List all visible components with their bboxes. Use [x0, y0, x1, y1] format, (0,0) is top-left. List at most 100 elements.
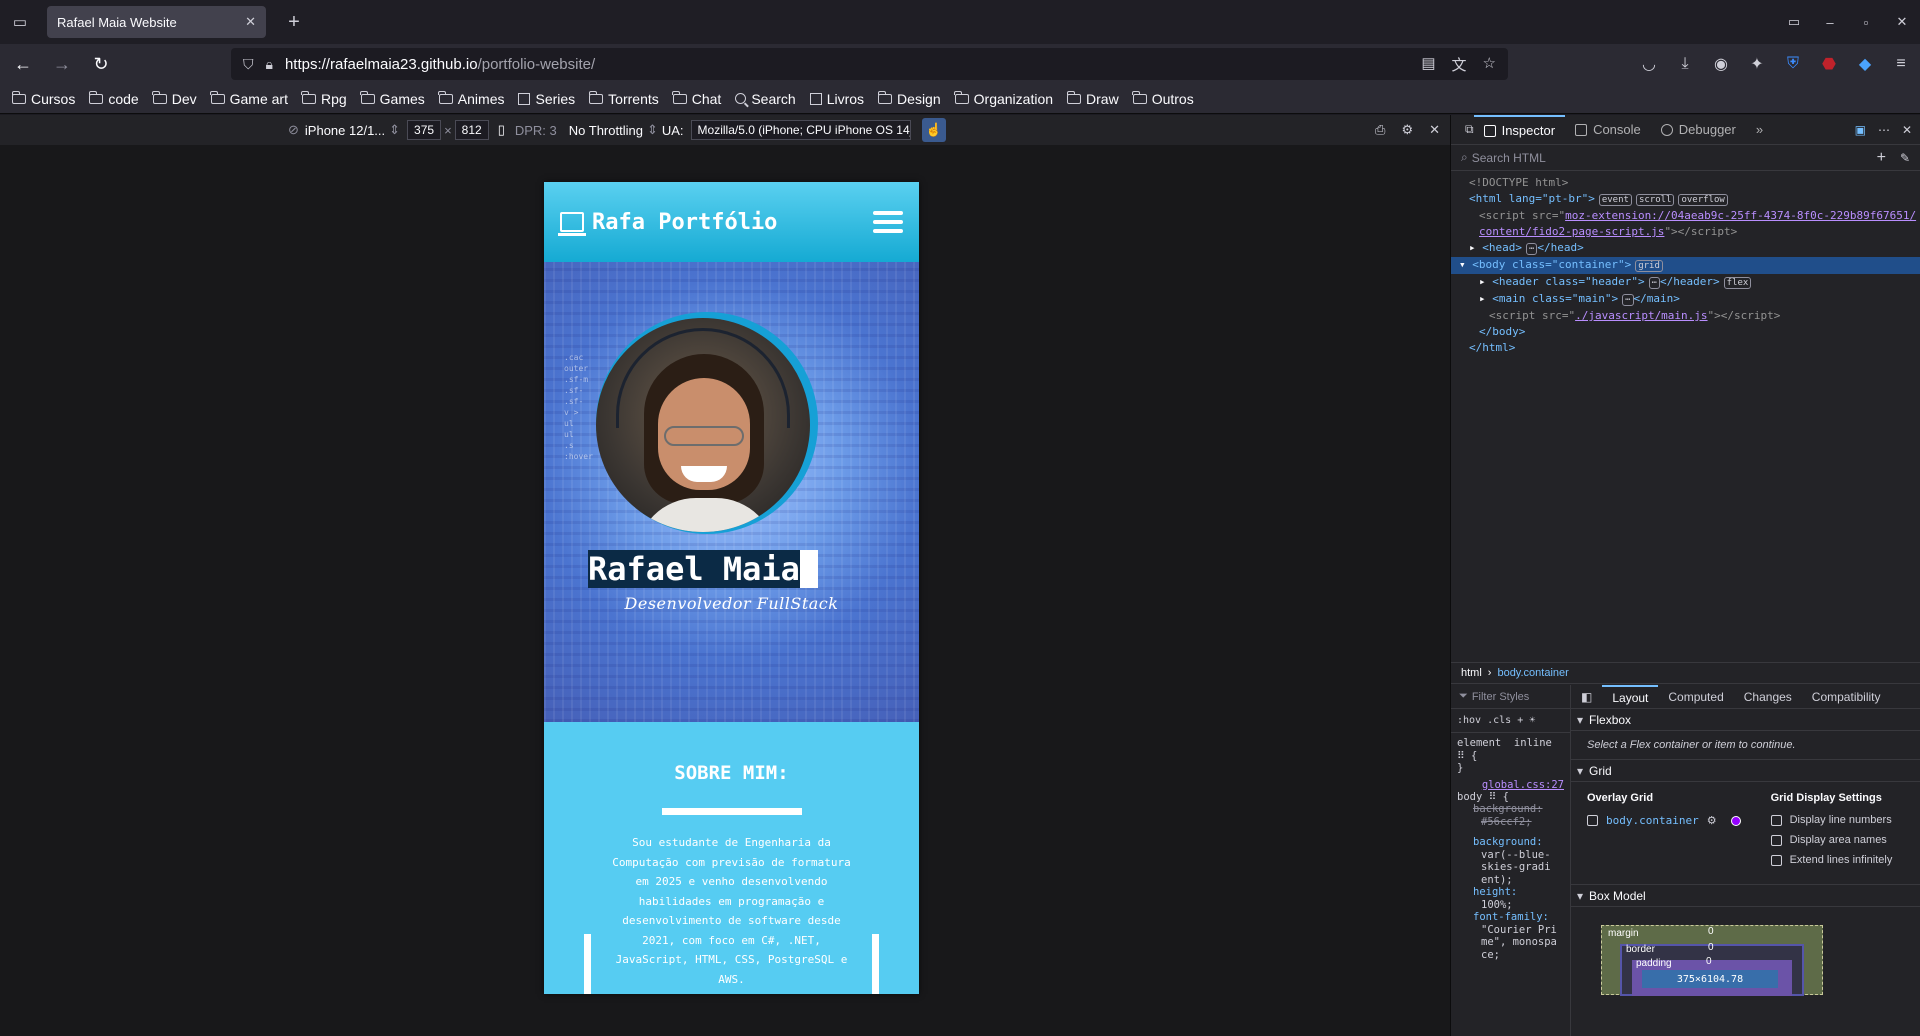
- tab-layout[interactable]: Layout: [1602, 684, 1659, 709]
- dpr-select[interactable]: DPR: 3: [515, 123, 557, 138]
- markup-script-ext-cont[interactable]: content/fido2-page-script.js"></script>: [1451, 224, 1920, 240]
- markup-html-close[interactable]: </html>: [1451, 340, 1920, 356]
- prop-background[interactable]: background:: [1451, 828, 1570, 849]
- flexbox-section-header[interactable]: Flexbox: [1571, 709, 1920, 731]
- eyedropper-icon[interactable]: ✎: [1900, 151, 1910, 165]
- script-ext-link[interactable]: moz-extension://04aeab9c-25ff-4374-8f0c-…: [1565, 209, 1916, 222]
- throttling-select[interactable]: No Throttling: [569, 123, 643, 138]
- account-icon[interactable]: ◉: [1710, 54, 1732, 74]
- responsive-mode-icon[interactable]: ⧉: [1465, 122, 1474, 137]
- add-rule-icon[interactable]: +: [1517, 715, 1523, 726]
- new-tab-icon[interactable]: +: [280, 8, 308, 36]
- url-bar[interactable]: ⛉ 🔒︎ https://rafaelmaia23.github.io/port…: [231, 48, 1508, 80]
- markup-head[interactable]: ▸ <head> ⋯ </head>: [1451, 240, 1920, 257]
- tab-compatibility[interactable]: Compatibility: [1802, 685, 1891, 709]
- settings-gear-icon[interactable]: ⚙: [1401, 122, 1413, 138]
- bookmark-draw[interactable]: Draw: [1066, 90, 1119, 107]
- width-input[interactable]: 375: [407, 120, 442, 140]
- display-area-names-checkbox[interactable]: Display area names: [1770, 834, 1893, 846]
- ublock-icon[interactable]: ⬣: [1818, 54, 1840, 74]
- translate-icon[interactable]: 文: [1452, 54, 1467, 75]
- markup-body[interactable]: ▾ <body class="container"> grid: [1451, 257, 1920, 274]
- bookmark-design[interactable]: Design: [877, 90, 941, 107]
- site-title[interactable]: Rafa Portfólio: [592, 210, 777, 235]
- scroll-badge[interactable]: scroll: [1635, 194, 1675, 206]
- markup-doctype[interactable]: <!DOCTYPE html>: [1451, 175, 1920, 191]
- lock-icon[interactable]: 🔒︎: [266, 56, 273, 73]
- val-background[interactable]: var(--blue-skies-gradient);: [1451, 849, 1551, 887]
- tab-changes[interactable]: Changes: [1734, 685, 1802, 709]
- tab-list-icon[interactable]: ▭: [0, 0, 40, 44]
- hamburger-menu-icon[interactable]: [873, 211, 903, 233]
- light-theme-icon[interactable]: ☀: [1529, 715, 1535, 726]
- height-input[interactable]: 812: [454, 120, 489, 140]
- filter-styles-input[interactable]: ⏷ Filter Styles: [1451, 685, 1570, 709]
- bookmark-star-icon[interactable]: ☆: [1483, 54, 1496, 75]
- tab-overview-icon[interactable]: ▭: [1776, 14, 1812, 30]
- bookmark-livros[interactable]: Livros: [809, 91, 864, 107]
- device-select[interactable]: iPhone 12/1...: [305, 123, 385, 138]
- bookmark-dev[interactable]: Dev: [152, 90, 197, 107]
- devtools-menu-icon[interactable]: ⋯: [1878, 123, 1890, 137]
- breadcrumb-html[interactable]: html: [1461, 667, 1482, 679]
- extend-lines-checkbox[interactable]: Extend lines infinitely: [1770, 854, 1892, 866]
- tab-computed[interactable]: Computed: [1658, 685, 1733, 709]
- box-content-size[interactable]: 375×6104.78: [1642, 970, 1778, 988]
- close-devtools-icon[interactable]: ✕: [1902, 123, 1912, 137]
- dock-icon[interactable]: ▣: [1855, 123, 1866, 137]
- prop-font-family[interactable]: font-family:: [1451, 911, 1570, 924]
- tab-debugger[interactable]: Debugger: [1651, 115, 1746, 145]
- bookmark-search[interactable]: Search: [735, 91, 796, 107]
- box-margin[interactable]: margin 0 border 0 padding 0 375×6104.78: [1601, 925, 1823, 996]
- maximize-icon[interactable]: ▫: [1848, 15, 1884, 30]
- breadcrumb-body[interactable]: body.container: [1497, 667, 1568, 679]
- grid-color-swatch[interactable]: [1730, 815, 1741, 826]
- padding-top-value[interactable]: 0: [1706, 956, 1712, 967]
- tab-console[interactable]: Console: [1565, 115, 1651, 145]
- hov-toggle[interactable]: :hov: [1457, 715, 1481, 726]
- script-ext-link-2[interactable]: content/fido2-page-script.js: [1479, 225, 1664, 238]
- close-tab-icon[interactable]: ✕: [245, 14, 256, 30]
- menu-icon[interactable]: ≡: [1890, 55, 1912, 73]
- extensions-icon[interactable]: ✦: [1746, 54, 1768, 74]
- close-window-icon[interactable]: ✕: [1884, 14, 1920, 30]
- box-padding[interactable]: padding 0 375×6104.78: [1632, 956, 1792, 996]
- event-badge[interactable]: event: [1598, 194, 1632, 206]
- forward-icon[interactable]: →: [46, 48, 78, 80]
- box-border[interactable]: border 0 padding 0 375×6104.78: [1620, 942, 1804, 996]
- screenshot-icon[interactable]: ⎙: [1375, 122, 1385, 138]
- rotate-icon[interactable]: ▯: [498, 122, 505, 138]
- gem-extension-icon[interactable]: ◆: [1854, 54, 1876, 74]
- grid-section-header[interactable]: Grid: [1571, 760, 1920, 782]
- bitwarden-icon[interactable]: ⛨: [1782, 55, 1804, 73]
- bookmark-chat[interactable]: Chat: [672, 90, 721, 107]
- shield-icon[interactable]: ⛉: [243, 56, 254, 73]
- markup-script-ext[interactable]: <script src="moz-extension://04aeab9c-25…: [1451, 208, 1920, 224]
- overflow-badge[interactable]: overflow: [1678, 194, 1728, 206]
- downloads-icon[interactable]: ⤓: [1674, 55, 1696, 73]
- margin-top-value[interactable]: 0: [1708, 926, 1714, 937]
- add-node-icon[interactable]: +: [1877, 149, 1886, 167]
- markup-main[interactable]: ▸ <main class="main"> ⋯ </main>: [1451, 291, 1920, 308]
- user-agent-input[interactable]: Mozilla/5.0 (iPhone; CPU iPhone OS 14_6 …: [690, 120, 911, 140]
- markup-script-main[interactable]: <script src="./javascript/main.js"></scr…: [1451, 308, 1920, 324]
- source-link[interactable]: global.css:27: [1451, 775, 1570, 791]
- pocket-icon[interactable]: ◡: [1638, 54, 1660, 74]
- markup-header[interactable]: ▸ <header class="header"> ⋯ </header> flex: [1451, 274, 1920, 291]
- bookmark-series[interactable]: Series: [518, 91, 575, 107]
- val-font-family[interactable]: "Courier Prime", monospace;: [1451, 924, 1561, 962]
- boxmodel-section-header[interactable]: Box Model: [1571, 885, 1920, 907]
- close-rdm-icon[interactable]: ✕: [1429, 122, 1440, 138]
- bookmark-organization[interactable]: Organization: [954, 90, 1053, 107]
- markup-html[interactable]: <html lang="pt-br"> event scroll overflow: [1451, 191, 1920, 208]
- val-background-struck[interactable]: #56ccf2;: [1451, 816, 1570, 829]
- search-html-input[interactable]: Search HTML: [1472, 151, 1546, 165]
- val-height[interactable]: 100%;: [1451, 899, 1570, 912]
- bookmark-game-art[interactable]: Game art: [210, 90, 288, 107]
- bookmark-code[interactable]: code: [88, 90, 139, 107]
- prop-background-struck[interactable]: background:: [1451, 803, 1570, 816]
- markup-body-close[interactable]: </body>: [1451, 324, 1920, 340]
- bookmark-rpg[interactable]: Rpg: [301, 90, 347, 107]
- bookmark-outros[interactable]: Outros: [1132, 90, 1194, 107]
- cls-toggle[interactable]: .cls: [1487, 715, 1511, 726]
